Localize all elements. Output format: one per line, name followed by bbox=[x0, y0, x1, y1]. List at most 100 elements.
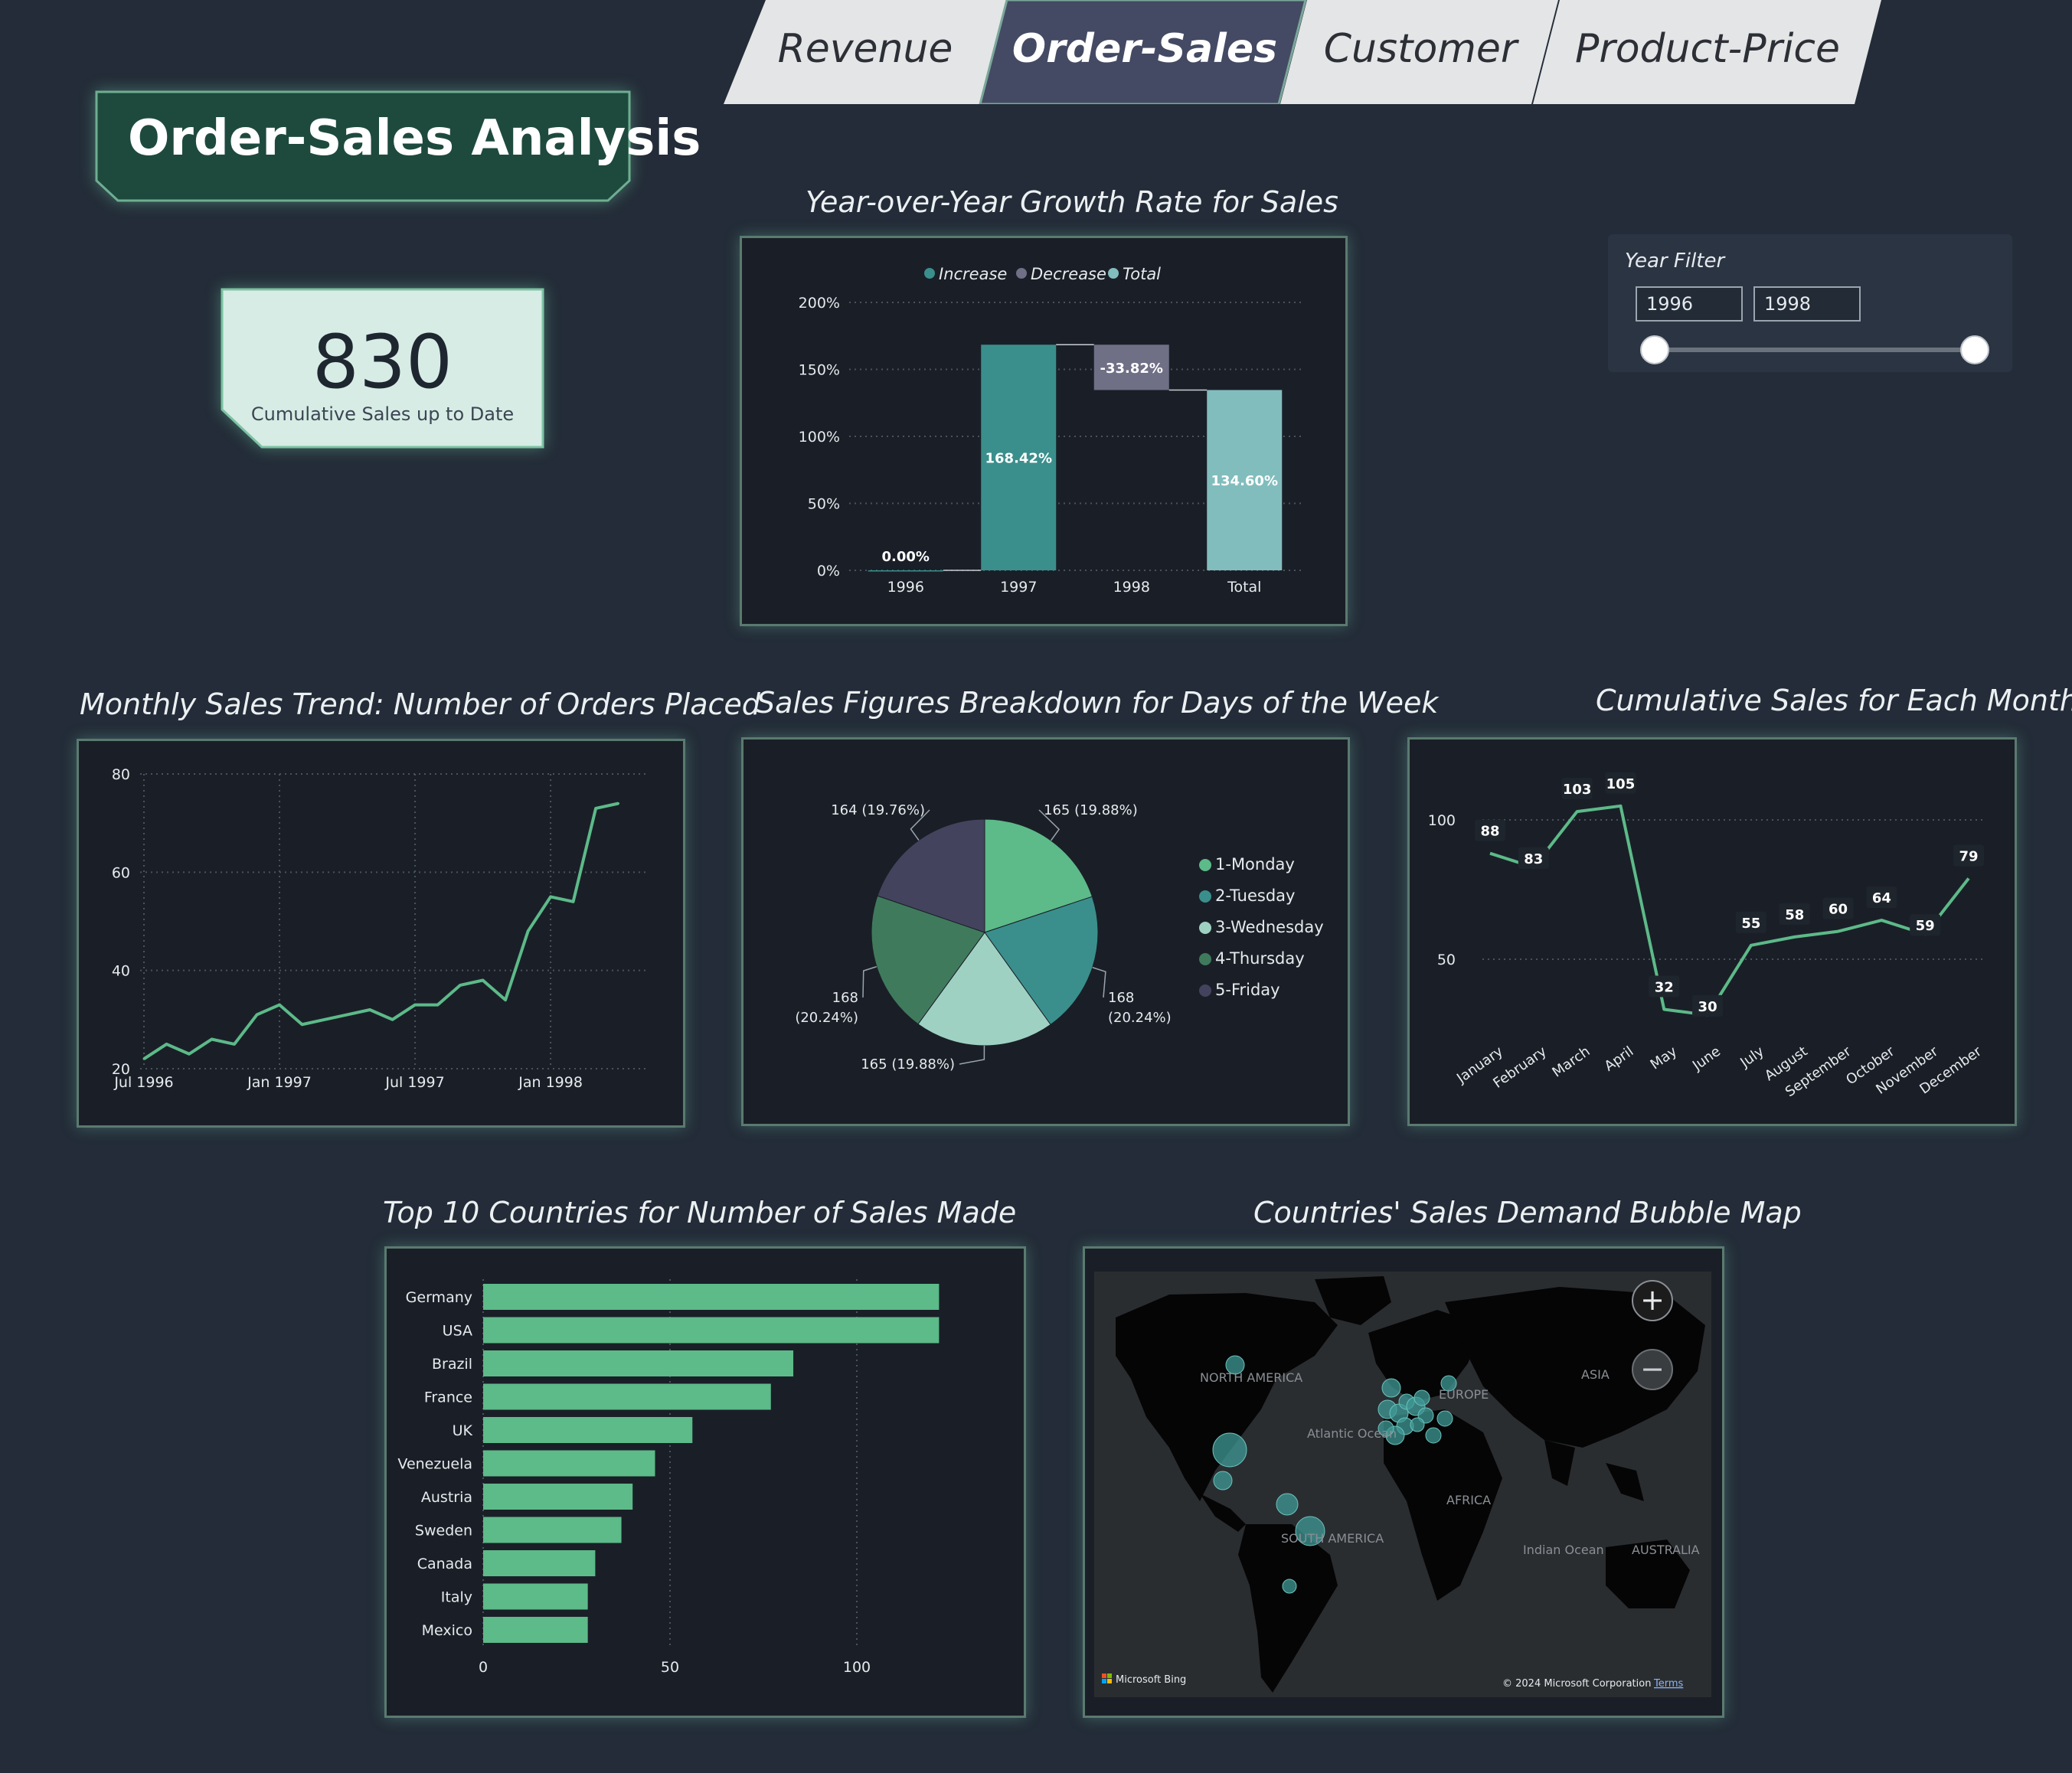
x-tick-label: Jul 1997 bbox=[384, 1074, 444, 1091]
map-terms-link[interactable]: Terms bbox=[1653, 1678, 1684, 1690]
legend-label: 3-Wednesday bbox=[1215, 918, 1324, 936]
slice-data-label: 164 (19.76%) bbox=[831, 802, 925, 818]
bing-logo-icon bbox=[1102, 1679, 1106, 1683]
x-tick-label: May bbox=[1648, 1043, 1681, 1073]
map-region-label: EUROPE bbox=[1439, 1387, 1489, 1402]
year-slider-end-handle[interactable] bbox=[1960, 335, 1989, 364]
year-slider-track[interactable] bbox=[1655, 348, 1974, 352]
legend-label: 2-Tuesday bbox=[1215, 887, 1295, 905]
data-label: 103 bbox=[1563, 782, 1592, 798]
page-title-banner: Order-Sales Analysis bbox=[93, 89, 701, 204]
map-attribution-right: © 2024 Microsoft Corporation bbox=[1502, 1678, 1651, 1690]
y-tick-label: 100 bbox=[1428, 812, 1456, 829]
slice-data-label: 165 (19.88%) bbox=[1044, 802, 1138, 818]
x-tick-label: 50 bbox=[661, 1659, 679, 1676]
data-point bbox=[256, 1013, 259, 1016]
legend-label: Increase bbox=[939, 265, 1007, 283]
legend-marker bbox=[1199, 953, 1211, 965]
data-point bbox=[436, 1004, 440, 1007]
map-region-label: AUSTRALIA bbox=[1632, 1543, 1700, 1557]
data-point bbox=[549, 895, 552, 898]
y-tick-label: 200% bbox=[799, 295, 840, 312]
legend-label: Decrease bbox=[1031, 265, 1106, 283]
cumulative-title: Cumulative Sales for Each Month bbox=[1596, 684, 2072, 717]
weekday-title: Sales Figures Breakdown for Days of the … bbox=[757, 686, 1439, 720]
data-label: -33.82% bbox=[1100, 361, 1163, 377]
waterfall-bar bbox=[868, 570, 943, 572]
data-label: 32 bbox=[1655, 980, 1674, 996]
map-region-label: Atlantic Ocean bbox=[1307, 1426, 1397, 1441]
tab-product-price[interactable]: Product-Price bbox=[1547, 18, 1868, 80]
legend-label: 5-Friday bbox=[1215, 981, 1280, 999]
data-label: 55 bbox=[1741, 916, 1760, 932]
slice-data-label: (20.24%) bbox=[1108, 1010, 1172, 1026]
weekday-chart-panel: 165 (19.88%) 168 (20.24%) 165 (19.88%) 168 (2… bbox=[741, 737, 1350, 1126]
bing-logo-icon bbox=[1107, 1679, 1112, 1683]
data-point bbox=[346, 1013, 349, 1016]
data-label: 59 bbox=[1916, 918, 1935, 934]
leader-line bbox=[862, 965, 877, 998]
slice-data-label: (20.24%) bbox=[795, 1010, 858, 1026]
x-tick-label: June bbox=[1689, 1043, 1724, 1074]
yoy-title: Year-over-Year Growth Rate for Sales bbox=[806, 185, 1338, 219]
y-category-label: Italy bbox=[441, 1589, 472, 1606]
bar bbox=[483, 1450, 655, 1477]
data-label: 168.42% bbox=[985, 451, 1053, 467]
year-start-input[interactable]: 1996 bbox=[1636, 286, 1743, 322]
bar bbox=[483, 1417, 693, 1443]
data-label: 64 bbox=[1872, 890, 1891, 906]
data-point bbox=[301, 1023, 304, 1026]
legend-label: 4-Thursday bbox=[1215, 949, 1305, 968]
y-category-label: France bbox=[424, 1389, 472, 1406]
sales-bubble bbox=[1436, 1410, 1453, 1427]
data-point bbox=[594, 807, 597, 810]
y-category-label: Canada bbox=[417, 1556, 472, 1572]
year-slider-start-handle[interactable] bbox=[1640, 335, 1669, 364]
y-category-label: Brazil bbox=[432, 1356, 472, 1373]
y-category-label: Mexico bbox=[422, 1622, 472, 1639]
monthly-title: Monthly Sales Trend: Number of Orders Pl… bbox=[80, 687, 760, 721]
y-tick-label: 50 bbox=[1437, 952, 1456, 968]
series-line bbox=[1489, 804, 1970, 1017]
x-tick-label: Jan 1998 bbox=[518, 1074, 583, 1091]
y-category-label: Sweden bbox=[415, 1523, 472, 1540]
x-tick-label: 1996 bbox=[887, 579, 924, 596]
y-category-label: UK bbox=[453, 1422, 473, 1439]
year-filter-slicer: Year Filter 1996 1998 bbox=[1608, 234, 2012, 372]
bubble-map[interactable]: NORTH AMERICA EUROPE ASIA Atlantic Ocean AFR… bbox=[1085, 1249, 1722, 1716]
leader-line bbox=[1092, 967, 1106, 998]
map-region-label: SOUTH AMERICA bbox=[1281, 1531, 1384, 1546]
data-point bbox=[572, 900, 575, 903]
data-label: 58 bbox=[1785, 907, 1804, 923]
countries-chart: 0 50 100 Germany USA Brazil France UK Venezuela A… bbox=[397, 1279, 940, 1676]
data-point bbox=[188, 1053, 191, 1056]
data-point bbox=[391, 1018, 394, 1021]
data-label: 30 bbox=[1698, 999, 1717, 1015]
sales-bubble bbox=[1282, 1579, 1297, 1594]
page-title: Order-Sales Analysis bbox=[128, 110, 701, 167]
tab-order-sales[interactable]: Order-Sales bbox=[999, 18, 1290, 80]
kpi-label: Cumulative Sales up to Date bbox=[250, 403, 515, 425]
tab-revenue[interactable]: Revenue bbox=[743, 18, 988, 80]
legend-marker bbox=[1108, 268, 1119, 279]
data-label: 105 bbox=[1606, 776, 1636, 792]
data-point bbox=[211, 1038, 214, 1040]
x-tick-label: 1997 bbox=[1000, 579, 1037, 596]
data-point bbox=[482, 979, 485, 981]
year-end-input[interactable]: 1998 bbox=[1753, 286, 1861, 322]
bar bbox=[483, 1317, 940, 1344]
zoom-out-icon: − bbox=[1640, 1352, 1665, 1386]
slice-data-label: 165 (19.88%) bbox=[861, 1056, 955, 1073]
data-point bbox=[413, 1004, 417, 1007]
tab-bar: Revenue Order-Sales Customer Product-Pri… bbox=[724, 0, 1887, 104]
map-title: Countries' Sales Demand Bubble Map bbox=[1253, 1196, 1802, 1229]
map-region-label: NORTH AMERICA bbox=[1200, 1370, 1302, 1385]
data-point bbox=[527, 929, 530, 932]
y-category-label: USA bbox=[443, 1323, 472, 1340]
y-tick-label: 80 bbox=[112, 766, 130, 783]
tab-customer[interactable]: Customer bbox=[1294, 18, 1547, 80]
bing-logo-icon bbox=[1107, 1673, 1112, 1678]
sales-bubble bbox=[1425, 1427, 1442, 1444]
slice-data-label: 168 bbox=[832, 990, 858, 1006]
x-tick-label: March bbox=[1550, 1043, 1593, 1081]
